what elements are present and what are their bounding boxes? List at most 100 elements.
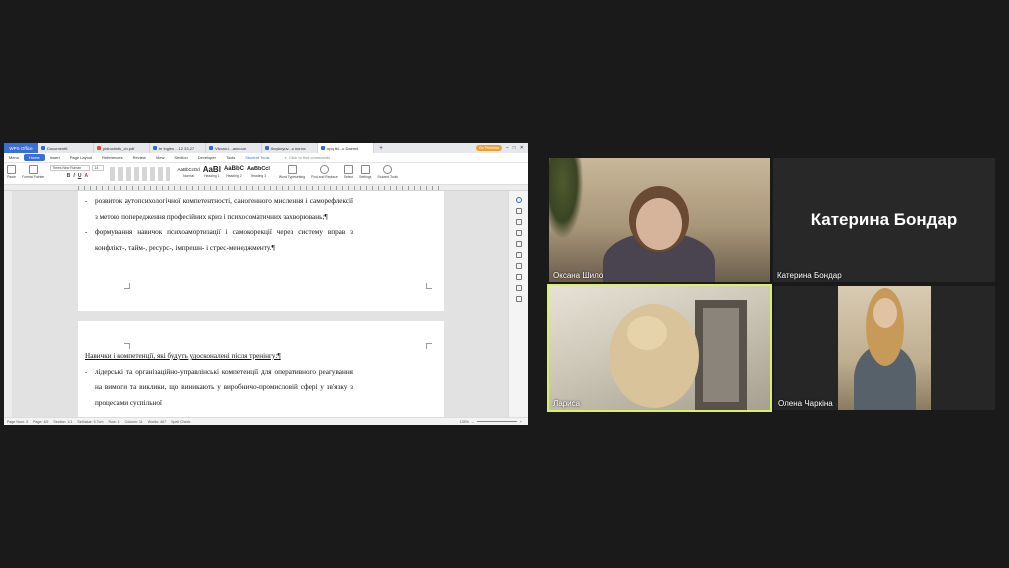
participant-video	[838, 286, 931, 410]
page-text[interactable]: - розвиток аутопсихологічної компетентнос…	[85, 194, 353, 256]
right-side-panel	[508, 191, 528, 417]
status-page[interactable]: Page: 4/9	[33, 420, 48, 424]
menu-student-tools[interactable]: Student Tools	[240, 155, 274, 160]
wps-office-tab[interactable]: WPS Office	[4, 143, 38, 153]
go-premium-button[interactable]: Go Premium	[475, 145, 502, 151]
status-column: Column: 11	[124, 419, 143, 424]
adjust-icon[interactable]	[515, 263, 522, 269]
section-heading: Навички і компетенції, які будуть удоско…	[85, 352, 281, 360]
document-icon	[153, 146, 157, 150]
graduation-cap-icon	[383, 165, 393, 174]
student-tools-button[interactable]: Student Tools	[374, 165, 400, 179]
doc-tab-active[interactable]: npq tkl...u Daemit	[318, 143, 374, 153]
cursor-icon	[343, 165, 353, 174]
settings-button[interactable]: Settings	[356, 165, 374, 179]
title-bar-controls: Go Premium – □ ✕	[475, 145, 528, 151]
participant-display-name: Катерина Бондар	[810, 210, 958, 229]
doc-tab[interactable]: Ikvykoyuv...o nonnc	[262, 143, 318, 153]
location-pin-icon[interactable]	[515, 197, 522, 203]
font-size-select[interactable]: 14	[92, 165, 105, 171]
document-canvas[interactable]: - розвиток аутопсихологічної компетентнос…	[12, 191, 508, 417]
page-text[interactable]: Навички і компетенції, які будуть удоско…	[85, 349, 353, 411]
menu-button[interactable]: Menu	[4, 155, 24, 160]
doc-tab[interactable]: Vikcan-I...announ	[206, 143, 262, 153]
vertical-ruler[interactable]	[4, 191, 12, 417]
status-setvalue: SetValue: 5.7cm	[77, 419, 104, 424]
status-section: Section: 1/1	[53, 419, 73, 424]
menu-view[interactable]: View	[151, 155, 170, 160]
menu-tools[interactable]: Tools	[221, 155, 240, 160]
menu-section[interactable]: Section	[169, 155, 192, 160]
crop-mark	[426, 283, 432, 289]
home-ribbon: Paste Format Painter Times New Roman 14 …	[4, 163, 528, 185]
menu-references[interactable]: References	[97, 155, 127, 160]
bullet-paragraph: формування навичок психоамортизації і са…	[95, 228, 353, 252]
pen-icon[interactable]	[515, 208, 522, 214]
doc-tab[interactable]: Document6	[38, 143, 94, 153]
command-search[interactable]: ⌕ Click to find commands	[284, 155, 330, 160]
style-heading-1[interactable]: AaBl Heading 1	[203, 165, 221, 178]
document-icon	[265, 146, 269, 150]
paragraph-icons[interactable]	[110, 167, 171, 181]
document-icon	[41, 146, 45, 150]
bullet-paragraph: розвиток аутопсихологічної компетентност…	[95, 197, 353, 221]
zoom-out-icon[interactable]: –	[472, 420, 474, 424]
menu-page-layout[interactable]: Page Layout	[65, 155, 97, 160]
doc-tab[interactable]: pidruchnik_ch.pdf	[94, 143, 150, 153]
help-icon[interactable]	[515, 296, 522, 302]
plant-image	[549, 158, 583, 238]
paragraph-group	[107, 165, 173, 181]
participant-video	[636, 198, 682, 250]
crop-mark	[426, 343, 432, 349]
underline-icon[interactable]: U	[78, 173, 82, 179]
paste-button[interactable]: Paste	[4, 165, 19, 179]
participant-name: Катерина Бондар	[777, 271, 842, 280]
participant-tile-active-speaker[interactable]: Лариса	[547, 284, 772, 412]
wps-tab-bar: WPS Office Document6 pidruchnik_ch.pdf t…	[4, 143, 528, 153]
cursor-icon[interactable]	[515, 219, 522, 225]
find-replace-button[interactable]: Find and Replace	[308, 165, 341, 179]
bullet-paragraph: лідерські та організаційно-управлінські …	[95, 367, 353, 407]
zoom-level: 135%	[459, 419, 469, 424]
zoom-slider[interactable]	[476, 421, 517, 422]
bold-icon[interactable]: B	[67, 173, 71, 179]
shared-screen: WPS Office Document6 pidruchnik_ch.pdf t…	[4, 143, 528, 425]
participant-tile[interactable]: Оксана Шило	[549, 158, 770, 282]
participant-name: Лариса	[553, 399, 581, 408]
participant-tile[interactable]: Катерина Бондар Катерина Бондар	[773, 158, 995, 282]
zoom-control: 135% – +	[460, 420, 528, 424]
minimize-icon[interactable]: –	[506, 145, 509, 151]
font-color-icon[interactable]: A	[84, 173, 88, 179]
history-icon[interactable]	[515, 274, 522, 280]
copy-icon[interactable]	[515, 241, 522, 247]
add-tab-icon[interactable]: +	[374, 145, 388, 152]
menu-insert[interactable]: Insert	[45, 155, 65, 160]
status-words[interactable]: Words: 467	[148, 420, 166, 424]
menu-developer[interactable]: Developer	[193, 155, 221, 160]
style-heading-3[interactable]: AaBbCcl Heading 3	[247, 165, 270, 178]
doc-tab[interactable]: te Ingles ...12 33,27	[150, 143, 206, 153]
participant-video	[873, 298, 897, 328]
styles-gallery: AaBbCcDd Normal AaBl Heading 1 AaBbC Headin…	[177, 165, 269, 178]
menu-review[interactable]: Review	[128, 155, 151, 160]
list-icon[interactable]	[515, 285, 522, 291]
italic-icon[interactable]: I	[73, 173, 74, 179]
participant-video	[703, 308, 739, 402]
translate-icon[interactable]	[515, 252, 522, 258]
search-icon: ⌕	[284, 155, 287, 160]
zoom-in-icon[interactable]: +	[520, 420, 522, 424]
close-icon[interactable]: ✕	[520, 145, 524, 151]
participant-name: Оксана Шило	[553, 271, 604, 280]
word-typesetting-button[interactable]: Word Typesetting	[276, 165, 308, 179]
document-icon	[209, 146, 213, 150]
font-name-select[interactable]: Times New Roman	[50, 165, 91, 171]
style-heading-2[interactable]: AaBbC Heading 2	[224, 165, 244, 178]
style-normal[interactable]: AaBbCcDd Normal	[177, 165, 199, 178]
format-painter-button[interactable]: Format Painter	[19, 165, 47, 179]
select-button[interactable]: Select	[341, 165, 356, 179]
participant-tile[interactable]: Олена Чаркіна	[774, 286, 995, 410]
menu-home[interactable]: Home	[24, 154, 45, 161]
maximize-icon[interactable]: □	[513, 145, 516, 151]
spell-check-toggle[interactable]: Spell Check	[171, 420, 190, 424]
lock-icon[interactable]	[515, 230, 522, 236]
